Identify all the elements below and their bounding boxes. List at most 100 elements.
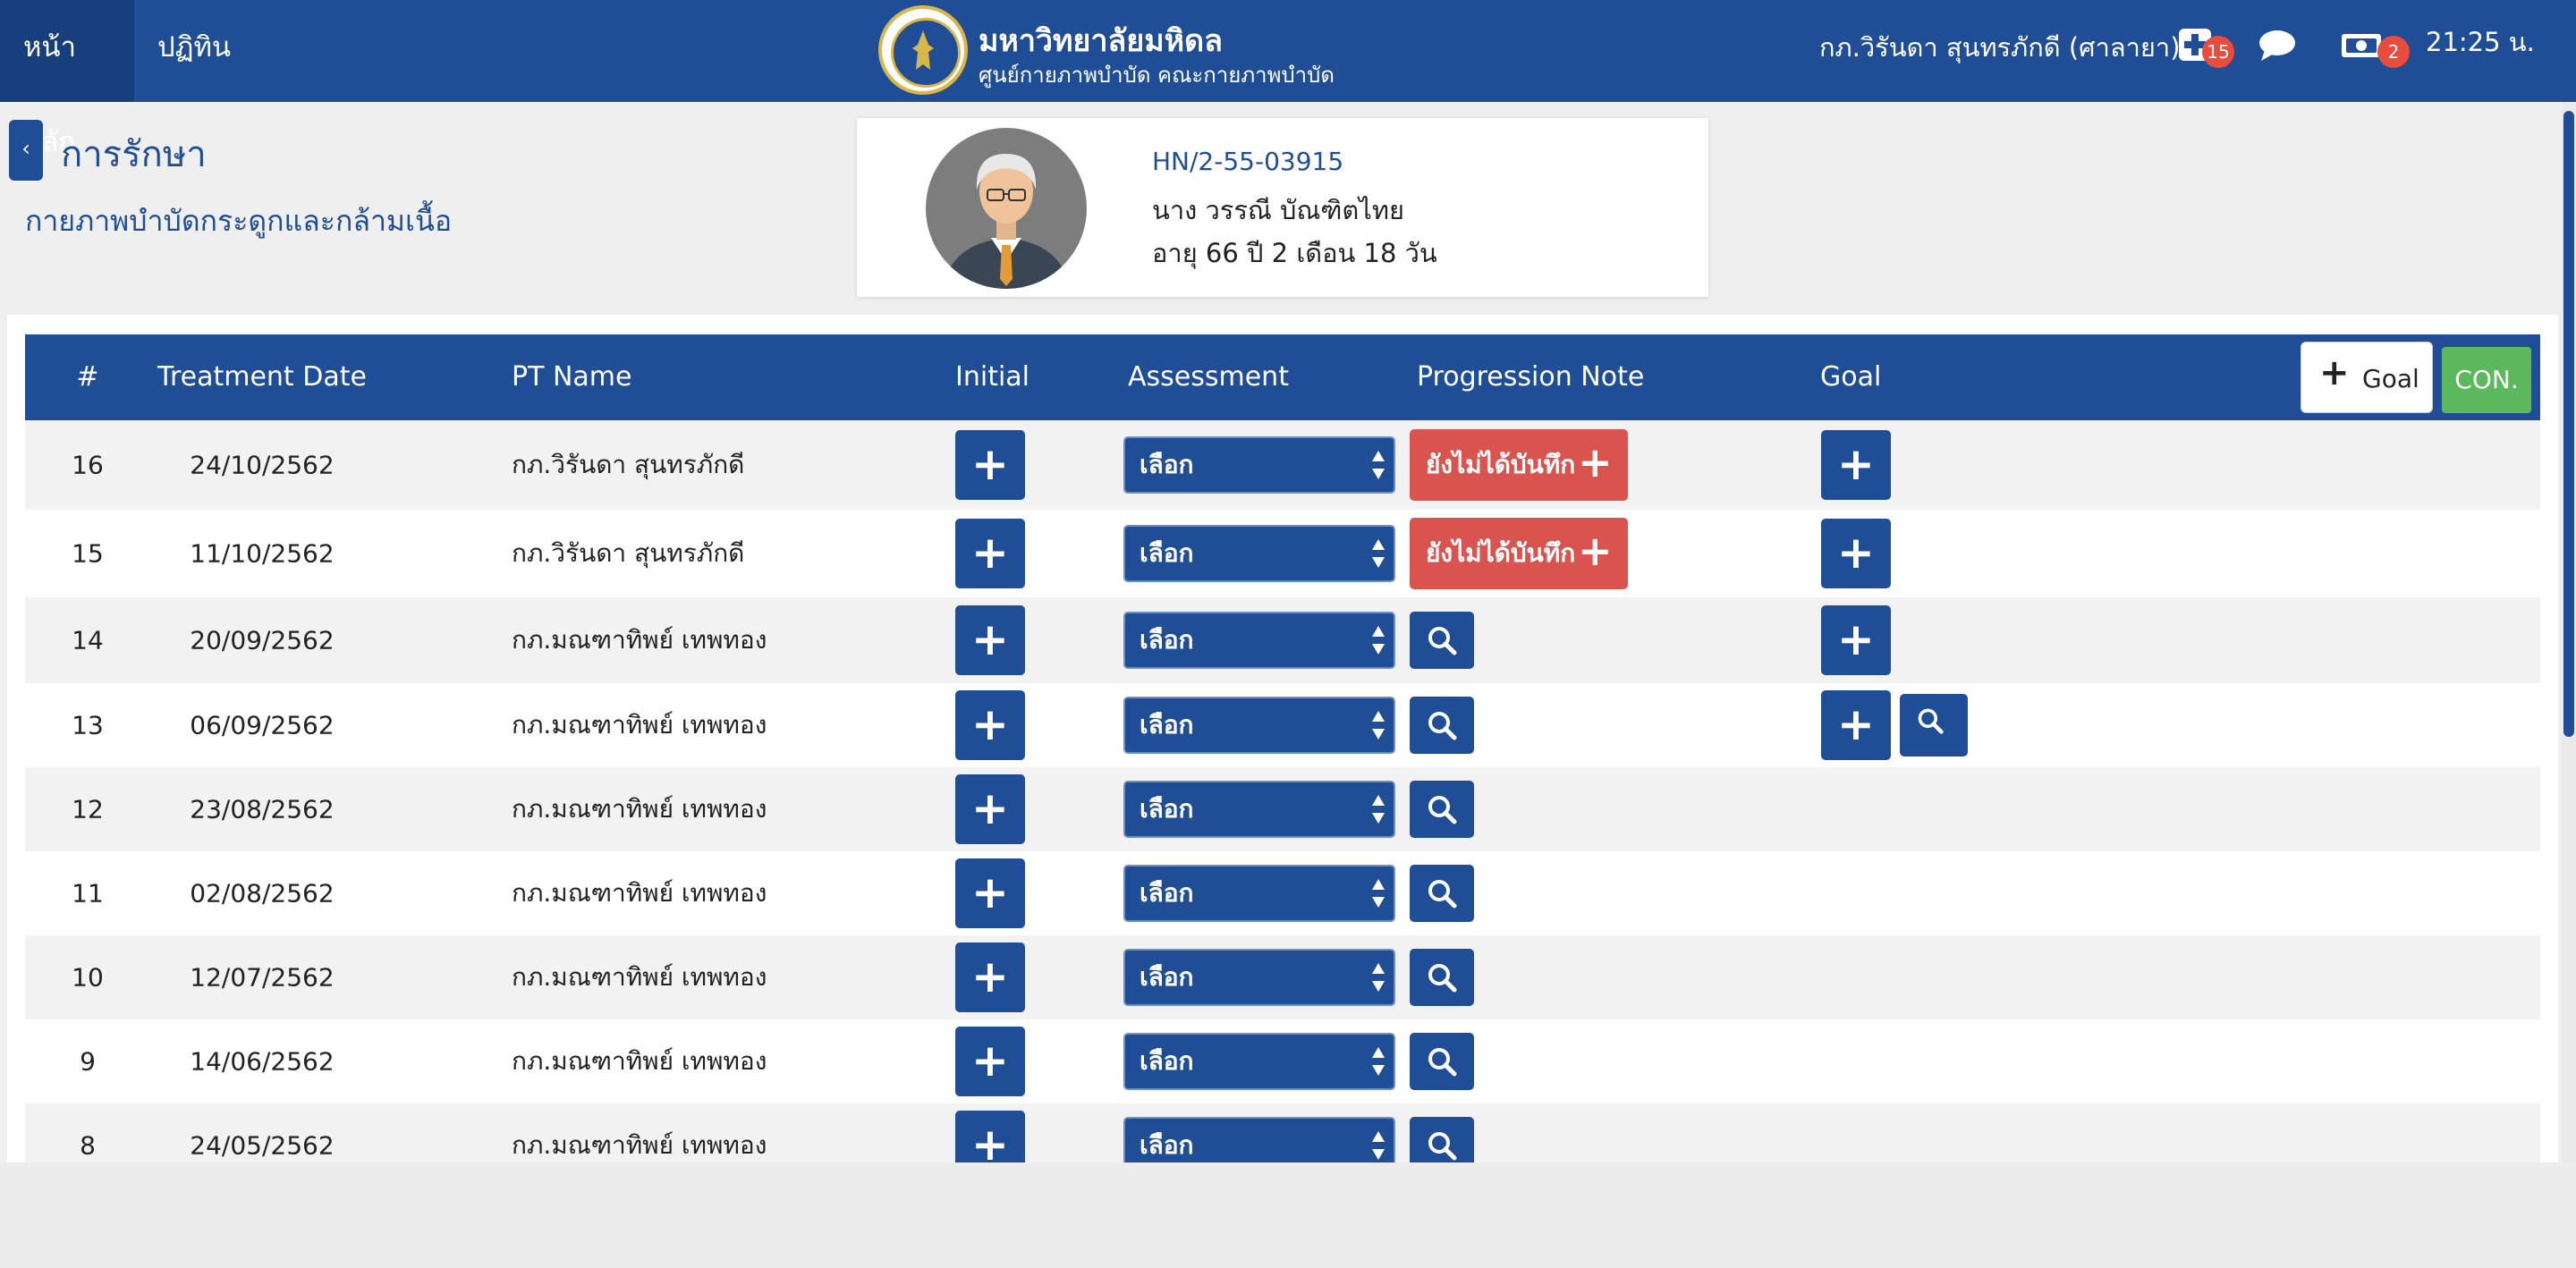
- table-row: 13 06/09/2562 กภ.มณฑาทิพย์ เทพทอง + เลือก +: [25, 683, 2540, 767]
- table-row: 12 23/08/2562 กภ.มณฑาทิพย์ เทพทอง + เลือก: [25, 767, 2540, 851]
- table-row: 9 14/06/2562 กภ.มณฑาทิพย์ เทพทอง + เลือก: [25, 1019, 2540, 1103]
- progress-note-view-button[interactable]: [1410, 1033, 1474, 1090]
- col-assessment: Assessment: [1128, 361, 1289, 393]
- clock: 21:25 น.: [2426, 27, 2535, 57]
- progress-note-pending-button[interactable]: ยังไม่ได้บันทึก +: [1410, 429, 1628, 501]
- assessment-select[interactable]: เลือก: [1123, 612, 1395, 669]
- plus-icon: +: [1578, 527, 1613, 575]
- table-row: 8 24/05/2562 กภ.มณฑาทิพย์ เทพทอง + เลือก: [25, 1103, 2540, 1162]
- initial-add-button[interactable]: +: [955, 1027, 1025, 1096]
- plus-icon: +: [2319, 352, 2350, 393]
- table-row: 16 24/10/2562 กภ.วิรันดา สุนทรภักดี + เลือก ย…: [25, 420, 2540, 510]
- select-arrows-icon: [1370, 1042, 1386, 1081]
- assessment-select[interactable]: เลือก: [1123, 436, 1395, 494]
- assessment-select[interactable]: เลือก: [1123, 697, 1395, 754]
- initial-add-button[interactable]: +: [955, 430, 1025, 500]
- scrollbar-thumb[interactable]: [2563, 111, 2574, 737]
- pt-name: กภ.มณฑาทิพย์ เทพทอง: [512, 962, 767, 992]
- top-navbar: หน้าหลัก ปฏิทิน มหาวิทยาลัยมหิดล ศูนย์กา…: [0, 0, 2576, 158]
- progress-note-view-button[interactable]: [1410, 697, 1474, 754]
- progress-note-view-button[interactable]: [1410, 949, 1474, 1006]
- goal-add-button[interactable]: +: [1821, 519, 1891, 588]
- row-number: 10: [72, 962, 104, 993]
- patient-hn[interactable]: HN/2-55-03915: [1152, 147, 1343, 176]
- assessment-select[interactable]: เลือก: [1123, 949, 1395, 1006]
- col-progress: Progression Note: [1417, 361, 1645, 393]
- treatment-date: 24/05/2562: [190, 1130, 335, 1161]
- page-title: การรักษา: [61, 134, 207, 175]
- assessment-select[interactable]: เลือก: [1123, 865, 1395, 922]
- progress-note-view-button[interactable]: [1410, 865, 1474, 922]
- assessment-select[interactable]: เลือก: [1123, 781, 1395, 838]
- treatment-date: 14/06/2562: [190, 1046, 335, 1077]
- col-pt: PT Name: [512, 361, 632, 393]
- pt-name: กภ.มณฑาทิพย์ เทพทอง: [512, 794, 767, 824]
- select-arrows-icon: [1370, 534, 1386, 573]
- user-name[interactable]: กภ.วิรันดา สุนทรภักดี (ศาลายา): [1819, 27, 2181, 68]
- org-subtitle: ศูนย์กายภาพบำบัด คณะกายภาพบำบัด: [979, 63, 1335, 88]
- pt-name: กภ.มณฑาทิพย์ เทพทอง: [512, 1046, 767, 1076]
- treatment-date: 02/08/2562: [190, 878, 335, 909]
- assessment-select[interactable]: เลือก: [1123, 1117, 1395, 1162]
- table-row: 15 11/10/2562 กภ.วิรันดา สุนทรภักดี + เลือก ย…: [25, 510, 2540, 597]
- goal-add-button[interactable]: +: [1821, 690, 1891, 760]
- assessment-select[interactable]: เลือก: [1123, 1033, 1395, 1090]
- treatment-date: 23/08/2562: [190, 794, 335, 824]
- con-button[interactable]: CON.: [2442, 347, 2531, 413]
- pt-name: กภ.วิรันดา สุนทรภักดี: [512, 450, 745, 479]
- nav-home[interactable]: หน้าหลัก: [0, 0, 134, 158]
- select-arrows-icon: [1370, 706, 1386, 745]
- pt-name: กภ.วิรันดา สุนทรภักดี: [512, 538, 745, 568]
- progress-note-view-button[interactable]: [1410, 612, 1474, 669]
- row-number: 11: [72, 878, 104, 909]
- patient-card: HN/2-55-03915 นาง วรรณี บัณฑิตไทย อายุ 6…: [857, 118, 1708, 297]
- row-number: 12: [72, 794, 104, 824]
- pt-name: กภ.มณฑาทิพย์ เทพทอง: [512, 1130, 767, 1160]
- goal-add-button[interactable]: +: [1821, 605, 1891, 675]
- goal-view-button[interactable]: [1900, 694, 1968, 757]
- patient-avatar: [925, 127, 1088, 290]
- col-num: #: [76, 361, 99, 393]
- col-goal: Goal: [1820, 361, 1882, 393]
- row-number: 16: [72, 450, 104, 480]
- patient-name: นาง วรรณี บัณฑิตไทย: [1152, 195, 1404, 225]
- patient-age: อายุ 66 ปี 2 เดือน 18 วัน: [1152, 238, 1437, 268]
- initial-add-button[interactable]: +: [955, 858, 1025, 928]
- row-number: 13: [72, 710, 104, 740]
- initial-add-button[interactable]: +: [955, 519, 1025, 588]
- payment-icon[interactable]: [2340, 27, 2383, 63]
- row-number: 15: [72, 538, 104, 569]
- nav-calendar[interactable]: ปฏิทิน: [134, 0, 238, 102]
- row-number: 9: [80, 1046, 96, 1077]
- progress-note-view-button[interactable]: [1410, 1117, 1474, 1162]
- col-initial: Initial: [955, 361, 1030, 393]
- treatment-date: 06/09/2562: [190, 710, 335, 740]
- table-row: 11 02/08/2562 กภ.มณฑาทิพย์ เทพทอง + เลือก: [25, 851, 2540, 935]
- assessment-select[interactable]: เลือก: [1123, 525, 1395, 582]
- select-arrows-icon: [1370, 874, 1386, 913]
- pt-name: กภ.มณฑาทิพย์ เทพทอง: [512, 878, 767, 908]
- initial-add-button[interactable]: +: [955, 1111, 1025, 1162]
- progress-note-pending-button[interactable]: ยังไม่ได้บันทึก +: [1410, 518, 1628, 589]
- add-goal-button[interactable]: + Goal: [2301, 342, 2433, 413]
- row-number: 14: [72, 625, 104, 655]
- payment-badge: 2: [2377, 36, 2410, 68]
- table-row: 10 12/07/2562 กภ.มณฑาทิพย์ เทพทอง + เลือก: [25, 935, 2540, 1019]
- back-button[interactable]: ‹: [9, 120, 43, 181]
- initial-add-button[interactable]: +: [955, 605, 1025, 675]
- plus-icon: +: [1578, 438, 1613, 486]
- initial-add-button[interactable]: +: [955, 690, 1025, 760]
- select-arrows-icon: [1370, 445, 1386, 485]
- table-row: 14 20/09/2562 กภ.มณฑาทิพย์ เทพทอง + เลือก +: [25, 597, 2540, 683]
- select-arrows-icon: [1370, 790, 1386, 829]
- goal-add-button[interactable]: +: [1821, 430, 1891, 500]
- chat-icon[interactable]: [2258, 27, 2295, 63]
- progress-note-view-button[interactable]: [1410, 781, 1474, 838]
- initial-add-button[interactable]: +: [955, 943, 1025, 1012]
- treatment-date: 12/07/2562: [190, 962, 335, 993]
- select-arrows-icon: [1370, 621, 1386, 660]
- treatment-date: 11/10/2562: [190, 538, 335, 569]
- initial-add-button[interactable]: +: [955, 774, 1025, 844]
- row-number: 8: [80, 1130, 96, 1161]
- page-subtitle: กายภาพบำบัดกระดูกและกล้ามเนื้อ: [25, 204, 453, 238]
